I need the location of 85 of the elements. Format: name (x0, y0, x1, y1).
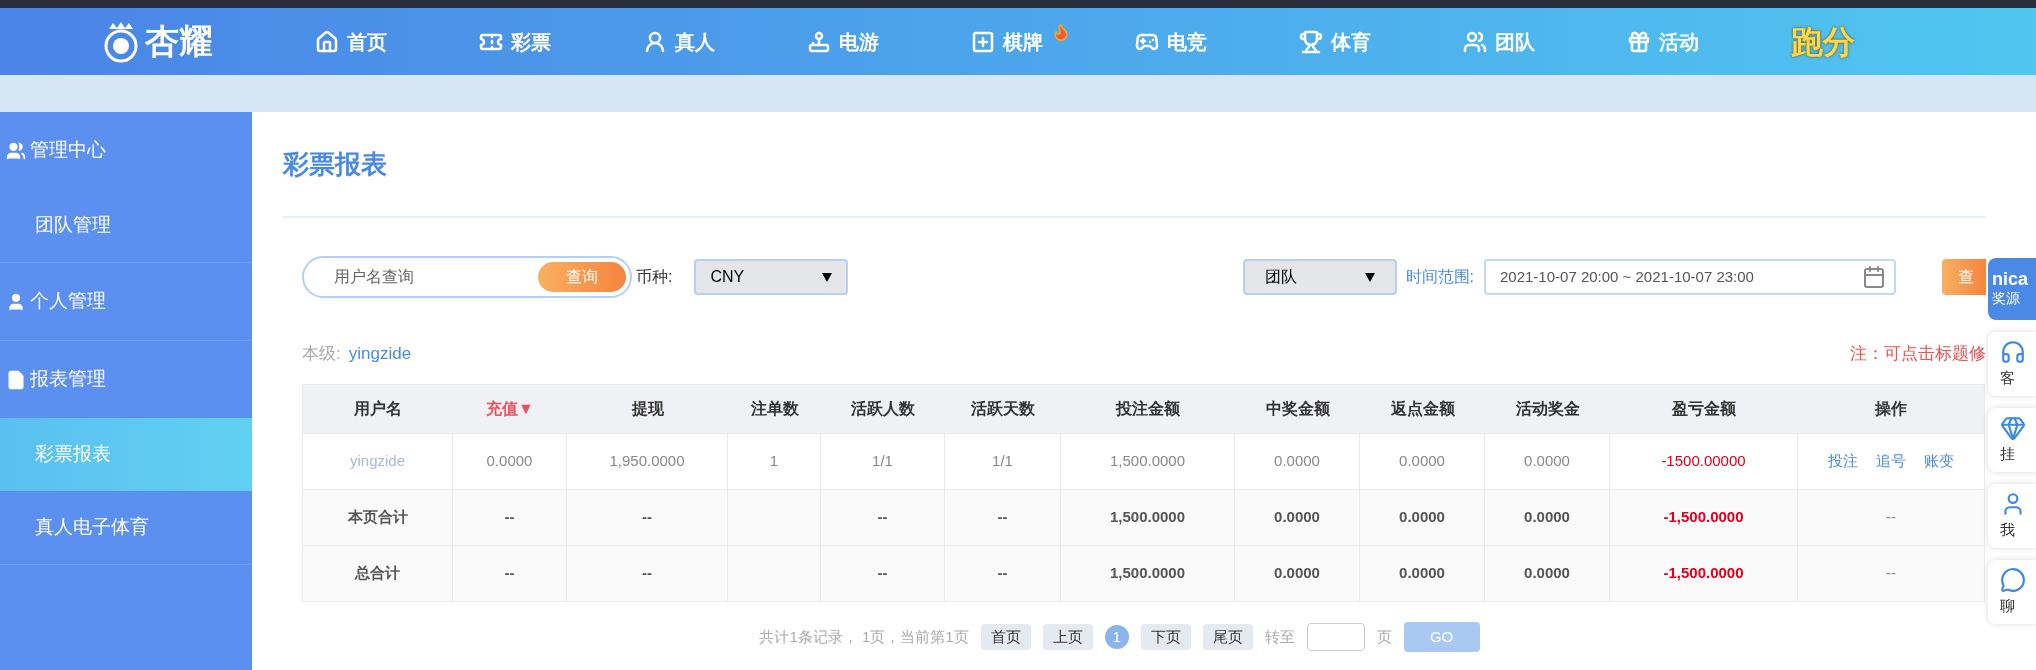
column-header[interactable]: 活动奖金 (1485, 385, 1610, 433)
home-icon (315, 29, 339, 54)
logo-text[interactable]: 杏耀 (144, 16, 215, 67)
float-button[interactable]: 聊 (1988, 560, 2036, 624)
joystick-icon (807, 29, 831, 54)
nav-link[interactable]: 电游 (807, 26, 971, 57)
search-field[interactable]: 用户名查询 查询 (302, 256, 632, 298)
chat-icon (2000, 566, 2026, 593)
nav-link[interactable]: 活动 (1627, 26, 1791, 57)
trophy-icon (1299, 29, 1323, 54)
nav-link[interactable]: 团队 (1463, 26, 1627, 57)
currency-label: 币种: (636, 267, 673, 287)
table-cell: 1,500.0000 (1061, 546, 1235, 601)
nav-link[interactable]: 体育 (1299, 26, 1463, 57)
diamond-icon (2000, 414, 2026, 441)
column-header[interactable]: 中奖金额 (1235, 385, 1360, 433)
card-icon (971, 29, 995, 54)
note-text: 注：可点击标题修 (1850, 343, 1986, 366)
table-cell: -1,500.0000 (1610, 546, 1798, 601)
person-icon (643, 29, 667, 54)
page-title: 彩票报表 (283, 112, 1986, 218)
calendar-icon (1862, 265, 1886, 289)
table-cell-text: -- (1886, 507, 1896, 528)
table-cell: 0.0000 (1485, 546, 1610, 601)
float-button[interactable]: 我 (1988, 484, 2036, 548)
column-header[interactable]: 活跃天数 (945, 385, 1061, 433)
nav-link[interactable]: 真人 (643, 26, 807, 57)
column-header[interactable]: 活跃人数 (821, 385, 945, 433)
table-cell: -- (453, 546, 567, 601)
nav-link[interactable]: 彩票 (479, 26, 643, 57)
table-cell: 0.0000 (1235, 546, 1360, 601)
page-button[interactable]: 首页 (980, 624, 1031, 650)
nav-link[interactable]: 首页 (315, 26, 479, 57)
gift-icon (1627, 29, 1651, 54)
time-range-label: 时间范围: (1405, 267, 1474, 287)
promo-tab[interactable]: nica 奖源 (1988, 258, 2036, 320)
page-button[interactable]: 尾页 (1202, 624, 1253, 650)
sidebar-group[interactable]: 个人管理 (0, 263, 252, 340)
sidebar-item[interactable]: 彩票报表 (0, 418, 252, 491)
action-link[interactable]: 投注 (1828, 450, 1858, 473)
nav-link[interactable]: 电竞 (1135, 26, 1299, 57)
table-cell: -- (945, 546, 1061, 601)
goto-label: 转至 (1264, 626, 1295, 647)
column-header[interactable]: 操作 (1798, 385, 1984, 433)
sidebar-group[interactable]: 管理中心 (0, 112, 252, 189)
action-link[interactable]: 追号 (1876, 450, 1906, 473)
column-header[interactable]: 充值▼ (453, 385, 567, 433)
table-cell: -- (821, 546, 945, 601)
float-button[interactable]: 客 (1988, 332, 2036, 396)
column-header[interactable]: 返点金额 (1360, 385, 1485, 433)
column-header[interactable]: 用户名 (303, 385, 453, 433)
level-user: yingzide (348, 343, 412, 366)
date-range-field[interactable]: 2021-10-07 20:00 ~ 2021-10-07 23:00 (1484, 259, 1896, 295)
page-button[interactable]: 上页 (1042, 624, 1093, 650)
users-icon (6, 140, 26, 161)
column-header[interactable]: 注单数 (728, 385, 821, 433)
user-icon (6, 291, 26, 312)
column-header[interactable]: 提现 (567, 385, 728, 433)
page-button[interactable]: 1 (1104, 625, 1129, 649)
caret-icon (822, 272, 833, 282)
float-button[interactable]: 挂 (1988, 408, 2036, 472)
scope-select[interactable]: 团队 (1242, 259, 1397, 295)
level-label: 本级: (302, 343, 341, 366)
pagination-summary: 共计1条记录， 1页，当前第1页 (759, 626, 969, 647)
nav-link[interactable]: 棋牌 (971, 26, 1135, 57)
sidebar-group[interactable]: 报表管理 (0, 341, 252, 418)
page-button[interactable]: 下页 (1140, 624, 1191, 650)
table-cell: -- (567, 546, 728, 601)
action-link[interactable]: 账变 (1924, 450, 1954, 473)
sidebar-item[interactable]: 真人电子体育 (0, 491, 252, 564)
sidebar-item[interactable]: 团队管理 (0, 189, 252, 262)
query-button[interactable]: 查 (1942, 259, 1986, 295)
table-cell-text: -- (1886, 563, 1896, 584)
headset-icon (2000, 338, 2026, 365)
column-header[interactable]: 盈亏金额 (1610, 385, 1798, 433)
currency-select[interactable]: CNY (694, 259, 849, 295)
users-icon (1463, 29, 1487, 54)
table-cell: 0.0000 (1360, 546, 1485, 601)
table-cell: 总合计 (303, 546, 453, 601)
page-input[interactable] (1306, 623, 1365, 651)
column-header[interactable]: 投注金额 (1061, 385, 1235, 433)
search-button[interactable]: 查询 (538, 262, 626, 292)
page-unit: 页 (1376, 626, 1392, 647)
document-icon (6, 369, 26, 390)
caret-icon (1364, 272, 1375, 282)
